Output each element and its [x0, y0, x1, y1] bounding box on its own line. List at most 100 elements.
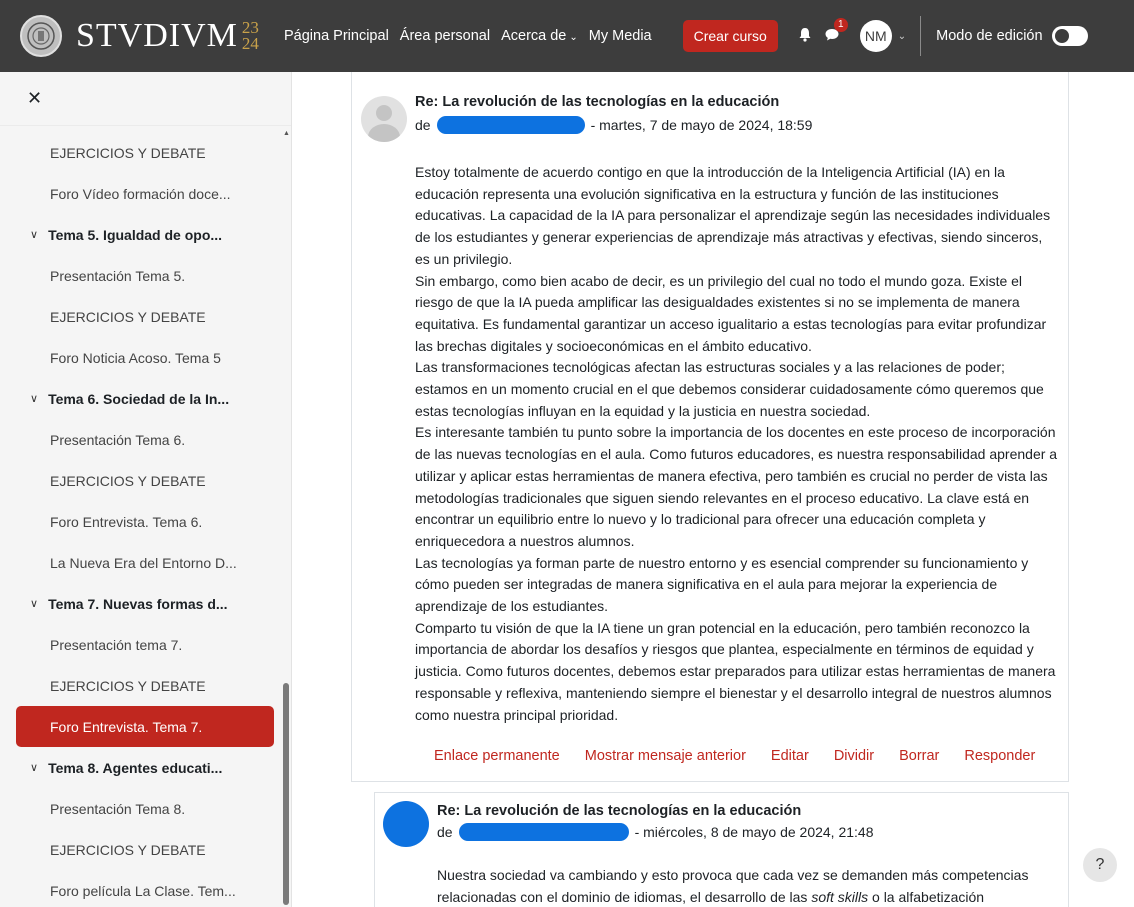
sidebar-item[interactable]: Presentación Tema 8. [0, 788, 286, 829]
byline-prefix: de [437, 824, 453, 840]
user-avatar[interactable]: NM [859, 20, 892, 52]
sidebar-item[interactable]: Foro Vídeo formación doce... [0, 173, 286, 214]
brand-year-bottom: 24 [241, 34, 259, 53]
byline-prefix: de [415, 117, 431, 133]
sidebar-item-label: Tema 7. Nuevas formas d... [48, 595, 228, 612]
sidebar-item-label: EJERCICIOS Y DEBATE [50, 308, 206, 325]
post-paragraph: Las tecnologías ya forman parte de nuest… [415, 554, 1029, 615]
post-body-text-end: o la alfabetización [868, 888, 985, 905]
post-date: - miércoles, 8 de mayo de 2024, 21:48 [634, 824, 874, 840]
post-body-emphasis: soft skills [811, 888, 869, 905]
post-actions: Enlace permanente Mostrar mensaje anteri… [434, 748, 1060, 764]
author-avatar[interactable] [361, 96, 407, 142]
sidebar-item[interactable]: Foro Noticia Acoso. Tema 5 [0, 337, 286, 378]
sidebar-item-label: Presentación Tema 5. [50, 267, 186, 284]
post-paragraph: Es interesante también tu punto sobre la… [415, 424, 1058, 549]
sidebar-item[interactable]: EJERCICIOS Y DEBATE [0, 665, 286, 706]
sidebar-item-label: EJERCICIOS Y DEBATE [50, 144, 206, 161]
message-count-badge: 1 [833, 17, 848, 32]
avatar-body [368, 124, 400, 142]
avatar-head [376, 105, 392, 121]
post-title: Re: La revolución de las tecnologías en … [437, 803, 802, 819]
sidebar-item-label: Foro película La Clase. Tem... [50, 882, 236, 899]
course-index-list: EJERCICIOS Y DEBATE Foro Vídeo formación … [0, 132, 286, 907]
post-body: Estoy totalmente de acuerdo contigo en q… [415, 162, 1060, 726]
post-paragraph: Comparto tu visión de que la IA tiene un… [415, 619, 1056, 723]
post-byline: de - miércoles, 8 de mayo de 2024, 21:48 [437, 823, 874, 841]
chevron-down-icon[interactable]: ∨ [30, 228, 38, 241]
brand-year: 23 24 [241, 19, 259, 53]
sidebar-item-label: Presentación tema 7. [50, 636, 183, 653]
author-avatar-redacted[interactable] [383, 801, 429, 847]
redacted-author-name [436, 116, 585, 134]
post-date: - martes, 7 de mayo de 2024, 18:59 [590, 117, 813, 133]
navbar-divider [920, 16, 922, 56]
top-navbar: STVDIVM 23 24 Página Principal Área pers… [0, 0, 1134, 72]
redacted-author-name [458, 823, 629, 841]
permalink-link[interactable]: Enlace permanente [434, 748, 560, 764]
sidebar-item[interactable]: EJERCICIOS Y DEBATE [0, 296, 286, 337]
create-course-button[interactable]: Crear curso [682, 20, 778, 52]
post-body: Nuestra sociedad va cambiando y esto pro… [437, 865, 1062, 907]
nav-home[interactable]: Página Principal [284, 28, 389, 44]
user-menu-chevron-icon[interactable]: ⌄ [898, 31, 906, 42]
nav-my-media[interactable]: My Media [589, 28, 652, 44]
sidebar-item-label: Foro Entrevista. Tema 6. [50, 513, 203, 530]
sidebar-scrollbar[interactable] [283, 683, 289, 905]
toggle-knob [1054, 29, 1069, 43]
chevron-down-icon[interactable]: ∨ [30, 597, 38, 610]
post-paragraph: Las transformaciones tecnológicas afecta… [415, 359, 1044, 419]
sidebar-item[interactable]: EJERCICIOS Y DEBATE [0, 132, 286, 173]
course-index-drawer: ✕ ▲ EJERCICIOS Y DEBATE Foro Vídeo formac… [0, 72, 292, 907]
close-icon: ✕ [27, 88, 43, 108]
sidebar-item[interactable]: Foro película La Clase. Tem... [0, 870, 286, 907]
site-logo[interactable]: STVDIVM 23 24 [20, 15, 270, 57]
edit-mode-label: Modo de edición [936, 28, 1043, 44]
chevron-down-icon: ⌄ [569, 32, 578, 43]
post-byline: de - martes, 7 de mayo de 2024, 18:59 [415, 116, 812, 134]
nav-about[interactable]: Acerca de ⌄ [501, 28, 578, 44]
sidebar-item[interactable]: EJERCICIOS Y DEBATE [0, 460, 286, 501]
sidebar-section[interactable]: ∨ Tema 6. Sociedad de la In... [0, 378, 286, 419]
sidebar-section[interactable]: ∨ Tema 8. Agentes educati... [0, 747, 286, 788]
sidebar-item-label: Tema 8. Agentes educati... [48, 759, 223, 776]
sidebar-item-label: EJERCICIOS Y DEBATE [50, 841, 206, 858]
sidebar-item-label: Tema 6. Sociedad de la In... [48, 390, 230, 407]
sidebar-section[interactable]: ∨ Tema 5. Igualdad de opo... [0, 214, 286, 255]
forum-post: Re: La revolución de las tecnologías en … [351, 72, 1069, 782]
sidebar-item-label: Tema 5. Igualdad de opo... [48, 226, 223, 243]
chevron-down-icon[interactable]: ∨ [30, 392, 38, 405]
forum-reply-post: Re: La revolución de las tecnologías en … [374, 792, 1069, 907]
bell-icon[interactable] [798, 27, 812, 46]
sidebar-item[interactable]: Presentación tema 7. [0, 624, 286, 665]
sidebar-item-label: Presentación Tema 8. [50, 800, 186, 817]
sidebar-item-label: EJERCICIOS Y DEBATE [50, 677, 206, 694]
edit-mode-toggle[interactable] [1051, 26, 1088, 46]
sidebar-item[interactable]: La Nueva Era del Entorno D... [0, 542, 286, 583]
chevron-down-icon[interactable]: ∨ [30, 761, 38, 774]
post-paragraph: Sin embargo, como bien acabo de decir, e… [415, 272, 1047, 354]
sidebar-item-label: Foro Vídeo formación doce... [50, 185, 231, 202]
sidebar-item[interactable]: EJERCICIOS Y DEBATE [0, 829, 286, 870]
sidebar-item-label: Presentación Tema 6. [50, 431, 186, 448]
edit-link[interactable]: Editar [771, 748, 809, 764]
reply-link[interactable]: Responder [964, 748, 1035, 764]
nav-dashboard[interactable]: Área personal [400, 28, 490, 44]
split-link[interactable]: Dividir [834, 748, 874, 764]
sidebar-item-label: Foro Entrevista. Tema 7. [50, 718, 203, 735]
close-drawer-button[interactable]: ✕ [0, 72, 291, 126]
nav-about-label: Acerca de [501, 28, 567, 44]
sidebar-item[interactable]: Presentación Tema 5. [0, 255, 286, 296]
sidebar-item-label: EJERCICIOS Y DEBATE [50, 472, 206, 489]
chat-icon[interactable]: 1 [824, 17, 848, 46]
sidebar-item-active[interactable]: Foro Entrevista. Tema 7. [16, 706, 274, 747]
sidebar-item[interactable]: Presentación Tema 6. [0, 419, 286, 460]
sidebar-item[interactable]: Foro Entrevista. Tema 6. [0, 501, 286, 542]
primary-navigation: Página Principal Área personal Acerca de… [284, 28, 663, 44]
sidebar-section[interactable]: ∨ Tema 7. Nuevas formas d... [0, 583, 286, 624]
show-parent-link[interactable]: Mostrar mensaje anterior [585, 748, 746, 764]
delete-link[interactable]: Borrar [899, 748, 939, 764]
post-title: Re: La revolución de las tecnologías en … [415, 94, 780, 110]
help-button[interactable]: ? [1083, 848, 1117, 882]
brand-name: STVDIVM [76, 17, 238, 54]
